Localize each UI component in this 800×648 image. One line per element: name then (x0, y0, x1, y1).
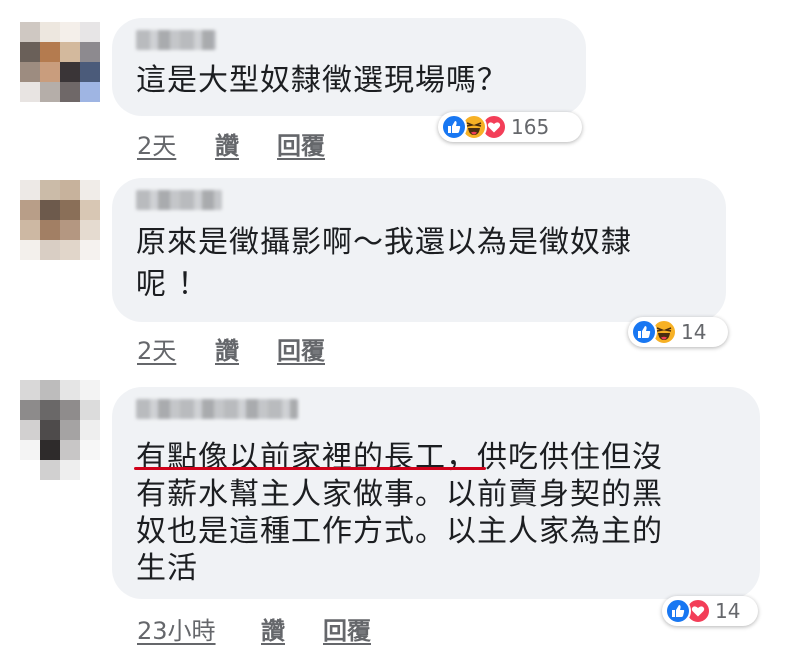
timestamp-link[interactable]: 2天 (137, 126, 176, 161)
timestamp-link[interactable]: 23小時 (137, 611, 216, 646)
reaction-summary[interactable]: 14 (662, 596, 758, 626)
like-reaction-icon (665, 598, 691, 624)
comment-text-line: 生活 (136, 551, 198, 586)
reply-link[interactable]: 回覆 (277, 331, 325, 366)
like-link[interactable]: 讚 (261, 611, 285, 646)
like-link[interactable]: 讚 (215, 126, 239, 161)
comment-text-line: 原來是徵攝影啊～我還以為是徵奴隸 (136, 225, 632, 260)
comment-text-line: 這是大型奴隸徵選現場嗎？ (136, 63, 508, 98)
reaction-count: 14 (681, 320, 707, 344)
comment-bubble: 原來是徵攝影啊～我還以為是徵奴隸 呢 ！ (112, 178, 726, 322)
reaction-summary[interactable]: 14 (628, 317, 728, 347)
avatar[interactable] (20, 380, 100, 480)
reaction-count: 14 (715, 599, 741, 623)
comment-bubble: 有點像以前家裡的長工，供吃供住但沒 有薪水幫主人家做事。以前賣身契的黑 奴也是這… (112, 387, 760, 599)
reply-link[interactable]: 回覆 (323, 611, 371, 646)
avatar[interactable] (20, 22, 100, 102)
author-name-blurred[interactable] (136, 30, 216, 50)
annotation-underline (134, 467, 486, 470)
like-reaction-icon (441, 114, 467, 140)
reaction-summary[interactable]: 165 (438, 112, 582, 142)
comment-text-line: 奴也是這種工作方式。以主人家為主的 (136, 514, 663, 549)
timestamp-link[interactable]: 2天 (137, 331, 176, 366)
comment-text-line: 呢 ！ (136, 267, 209, 302)
avatar[interactable] (20, 180, 100, 260)
reply-link[interactable]: 回覆 (277, 126, 325, 161)
comment-text-line: 有薪水幫主人家做事。以前賣身契的黑 (136, 477, 663, 512)
like-link[interactable]: 讚 (215, 331, 239, 366)
author-name-blurred[interactable] (136, 399, 298, 419)
author-name-blurred[interactable] (136, 190, 222, 210)
reaction-count: 165 (511, 115, 550, 139)
comment-bubble: 這是大型奴隸徵選現場嗎？ (112, 18, 586, 116)
like-reaction-icon (631, 319, 657, 345)
comment-text-line: 有點像以前家裡的長工，供吃供住但沒 (136, 440, 663, 475)
